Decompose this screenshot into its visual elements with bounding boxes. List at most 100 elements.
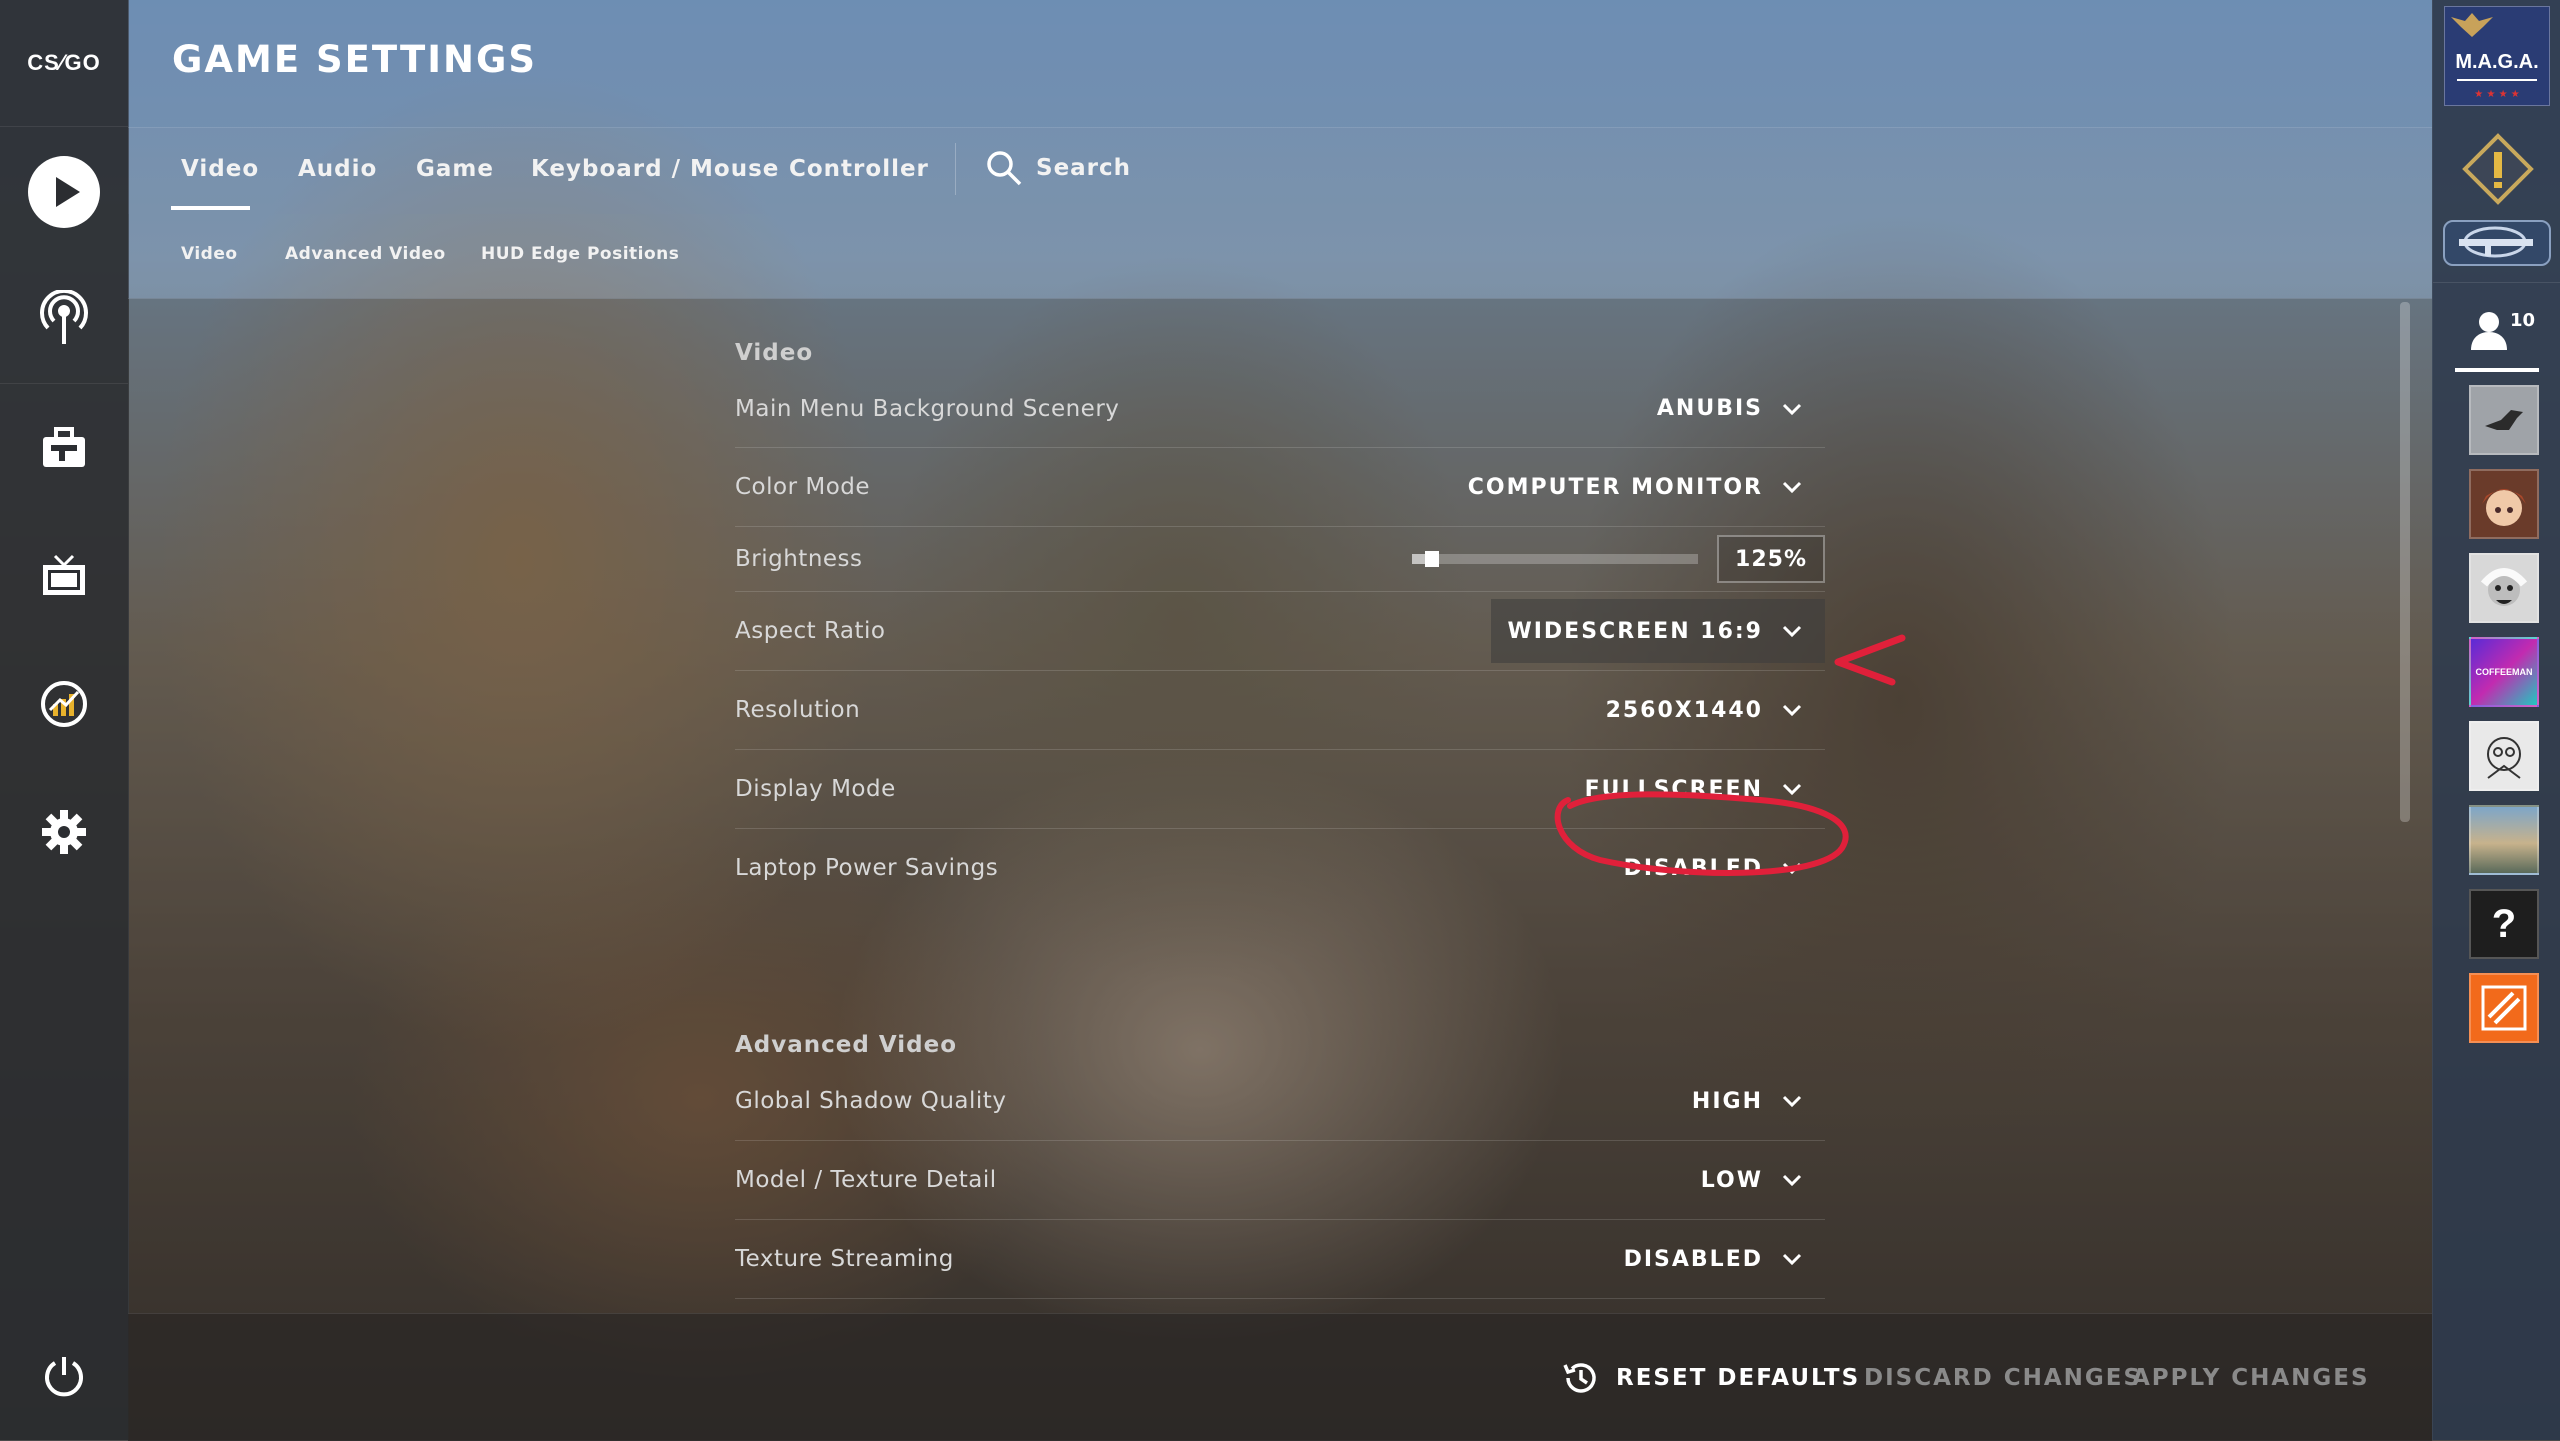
history-icon	[1563, 1363, 1596, 1393]
chevron-down-icon	[1781, 699, 1803, 721]
tab-controller[interactable]: Controller	[789, 156, 929, 182]
friends-button[interactable]	[2469, 310, 2509, 356]
apply-changes-button[interactable]: APPLY CHANGES	[2132, 1354, 2370, 1402]
chevron-down-icon	[1781, 778, 1803, 800]
reset-defaults-button[interactable]: RESET DEFAULTS	[1562, 1354, 1860, 1402]
subtab-advanced-video[interactable]: Advanced Video	[285, 244, 446, 264]
setting-row-model-texture-detail: Model / Texture Detail LOW	[735, 1141, 1825, 1220]
reset-defaults-label: RESET DEFAULTS	[1616, 1365, 1861, 1391]
dropdown-value: DISABLED	[1623, 1246, 1763, 1272]
setting-row-brightness: Brightness 125%	[735, 527, 1825, 592]
avatar-sketch[interactable]	[2469, 721, 2539, 791]
rifle-icon	[2459, 226, 2533, 258]
profile-badge[interactable]: M.A.G.A. ★ ★ ★ ★	[2444, 6, 2550, 106]
setting-row-aspect-ratio: Aspect Ratio WIDESCREEN 16:9	[735, 592, 1825, 671]
skill-group-badge[interactable]	[2443, 220, 2551, 266]
setting-label: Brightness	[735, 546, 863, 572]
dropdown-value: FULLSCREEN	[1584, 776, 1763, 802]
dropdown-value: 2560X1440	[1605, 697, 1763, 723]
csgo-logo[interactable]: CS⁄GO	[0, 0, 128, 127]
play-icon	[28, 156, 100, 228]
dropdown-value: LOW	[1700, 1167, 1763, 1193]
tab-divider	[955, 143, 956, 195]
dropdown-value: HIGH	[1691, 1088, 1763, 1114]
setting-label: Resolution	[735, 697, 861, 723]
avatar-text: ?	[2491, 901, 2517, 946]
rank-medal[interactable]	[2461, 132, 2535, 206]
friends-tab-indicator	[2455, 368, 2539, 372]
avatar-einstein[interactable]	[2469, 553, 2539, 623]
inventory-button[interactable]	[24, 408, 104, 488]
texture-streaming-dropdown[interactable]: DISABLED	[1608, 1227, 1825, 1291]
page-title: GAME SETTINGS	[172, 38, 537, 81]
chevron-down-icon	[1781, 1090, 1803, 1112]
chevron-down-icon	[1781, 1169, 1803, 1191]
left-navigation: CS⁄GO	[0, 0, 129, 1440]
power-icon	[45, 1357, 83, 1397]
brightness-slider[interactable]	[1412, 551, 1698, 567]
chevron-down-icon	[1781, 398, 1803, 420]
stats-icon	[41, 681, 87, 727]
power-button[interactable]	[24, 1336, 104, 1416]
tab-game[interactable]: Game	[416, 156, 494, 182]
play-button[interactable]	[24, 152, 104, 232]
color-mode-dropdown[interactable]: COMPUTER MONITOR	[1452, 455, 1825, 519]
avatar-landscape[interactable]	[2469, 805, 2539, 875]
chevron-down-icon	[1781, 620, 1803, 642]
setting-row-laptop-power-savings: Laptop Power Savings DISABLED	[735, 829, 1825, 907]
chevron-down-icon	[1781, 476, 1803, 498]
avatar-anime[interactable]	[2469, 469, 2539, 539]
tab-keyboard-mouse[interactable]: Keyboard / Mouse	[531, 156, 779, 182]
profile-badge-text: M.A.G.A.	[2455, 51, 2539, 73]
dropdown-value: DISABLED	[1623, 855, 1763, 881]
subtab-video[interactable]: Video	[181, 244, 238, 264]
setting-row-background-scenery: Main Menu Background Scenery ANUBIS	[735, 370, 1825, 448]
stars-decoration: ★ ★ ★ ★	[2474, 89, 2520, 100]
settings-tabs: Video Audio Game Keyboard / Mouse Contro…	[128, 128, 2432, 214]
face-icon	[2480, 568, 2528, 606]
settings-button[interactable]	[24, 792, 104, 872]
watch-broadcast-button[interactable]	[24, 278, 104, 358]
resolution-dropdown[interactable]: 2560X1440	[1590, 678, 1825, 742]
aspect-ratio-dropdown[interactable]: WIDESCREEN 16:9	[1491, 599, 1825, 663]
discard-changes-button[interactable]: DISCARD CHANGES	[1864, 1354, 2142, 1402]
setting-row-texture-streaming: Texture Streaming DISABLED	[735, 1220, 1825, 1299]
watch-button[interactable]	[24, 536, 104, 616]
avatar-homedepot[interactable]	[2469, 973, 2539, 1043]
global-shadow-quality-dropdown[interactable]: HIGH	[1676, 1069, 1825, 1133]
dropdown-value: ANUBIS	[1656, 396, 1763, 421]
settings-list: Video Main Menu Background Scenery ANUBI…	[735, 298, 1825, 1313]
footer-bar: RESET DEFAULTS DISCARD CHANGES APPLY CHA…	[128, 1313, 2432, 1441]
setting-label: Laptop Power Savings	[735, 855, 999, 881]
setting-row-color-mode: Color Mode COMPUTER MONITOR	[735, 448, 1825, 527]
stats-button[interactable]	[24, 664, 104, 744]
section-title-video: Video	[735, 340, 814, 366]
laptop-power-savings-dropdown[interactable]: DISABLED	[1608, 836, 1825, 900]
setting-label: Display Mode	[735, 776, 896, 802]
avatar-unknown[interactable]: ?	[2469, 889, 2539, 959]
avatar-coffeeman[interactable]: COFFEEMAN	[2469, 637, 2539, 707]
search-button[interactable]: Search	[986, 150, 1131, 186]
setting-label: Texture Streaming	[735, 1246, 954, 1272]
homedepot-logo-icon	[2481, 985, 2527, 1031]
setting-label: Aspect Ratio	[735, 618, 886, 644]
tab-video[interactable]: Video	[181, 156, 259, 182]
brightness-value-input[interactable]: 125%	[1717, 535, 1825, 583]
chevron-down-icon	[1781, 1248, 1803, 1270]
briefcase-icon	[43, 427, 85, 467]
display-mode-dropdown[interactable]: FULLSCREEN	[1569, 757, 1825, 821]
avatar-crow[interactable]	[2469, 385, 2539, 455]
settings-scrollbar[interactable]	[2400, 302, 2410, 822]
brightness-slider-handle[interactable]	[1425, 551, 1440, 567]
dropdown-value: COMPUTER MONITOR	[1467, 474, 1763, 500]
active-tab-indicator	[171, 206, 250, 210]
person-icon	[2471, 312, 2507, 350]
header-bar: GAME SETTINGS	[128, 0, 2432, 128]
tab-audio[interactable]: Audio	[298, 156, 377, 182]
subtab-hud-edge-positions[interactable]: HUD Edge Positions	[481, 244, 679, 264]
eagle-icon	[2451, 13, 2493, 37]
setting-label: Global Shadow Quality	[735, 1088, 1007, 1114]
model-texture-detail-dropdown[interactable]: LOW	[1685, 1148, 1825, 1212]
background-scenery-dropdown[interactable]: ANUBIS	[1641, 377, 1825, 441]
tv-icon	[43, 554, 85, 595]
